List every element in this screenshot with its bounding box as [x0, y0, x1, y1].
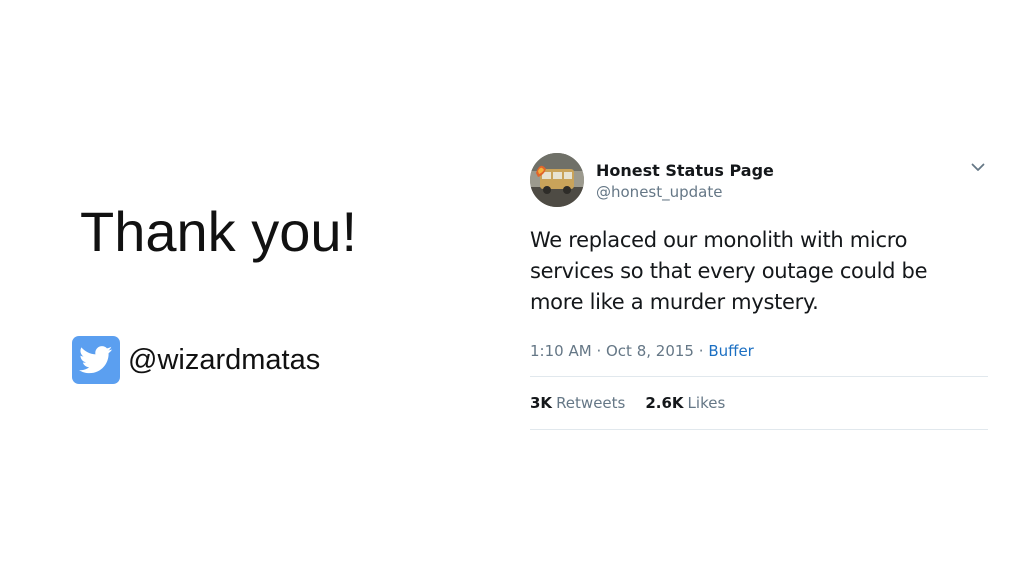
avatar[interactable]: [530, 153, 584, 207]
tweet-meta: 1:10 AM · Oct 8, 2015 · Buffer: [530, 340, 988, 362]
tweet-header: Honest Status Page @honest_update: [530, 153, 988, 207]
meta-separator: ·: [698, 342, 704, 360]
tweet-time[interactable]: 1:10 AM: [530, 342, 592, 360]
tweet-text: We replaced our monolith with micro serv…: [530, 225, 988, 318]
tweet-text-line: services so that every outage could be: [530, 259, 928, 283]
tweet-date[interactable]: Oct 8, 2015: [606, 342, 694, 360]
twitter-handle[interactable]: @wizardmatas: [128, 344, 320, 377]
likes-label: Likes: [687, 394, 726, 412]
embedded-tweet: Honest Status Page @honest_update We rep…: [530, 153, 988, 430]
tweet-text-line: We replaced our monolith with micro: [530, 228, 908, 252]
tweet-username[interactable]: @honest_update: [596, 183, 722, 201]
divider: [530, 429, 988, 430]
likes-stat[interactable]: 2.6K Likes: [645, 394, 725, 412]
twitter-bird-icon: [72, 336, 120, 384]
tweet-source-link[interactable]: Buffer: [708, 342, 754, 360]
likes-count: 2.6K: [645, 394, 684, 412]
retweets-count: 3K: [530, 394, 553, 412]
tweet-display-name[interactable]: Honest Status Page: [596, 161, 774, 180]
retweets-stat[interactable]: 3K Retweets: [530, 394, 625, 412]
tweet-text-line: more like a murder mystery.: [530, 290, 819, 314]
meta-separator: ·: [596, 342, 602, 360]
slide-heading: Thank you!: [80, 200, 358, 263]
chevron-down-icon[interactable]: [970, 159, 986, 175]
retweets-label: Retweets: [556, 394, 626, 412]
tweet-stats: 3K Retweets 2.6K Likes: [530, 377, 988, 429]
twitter-handle-row: @wizardmatas: [72, 336, 320, 384]
